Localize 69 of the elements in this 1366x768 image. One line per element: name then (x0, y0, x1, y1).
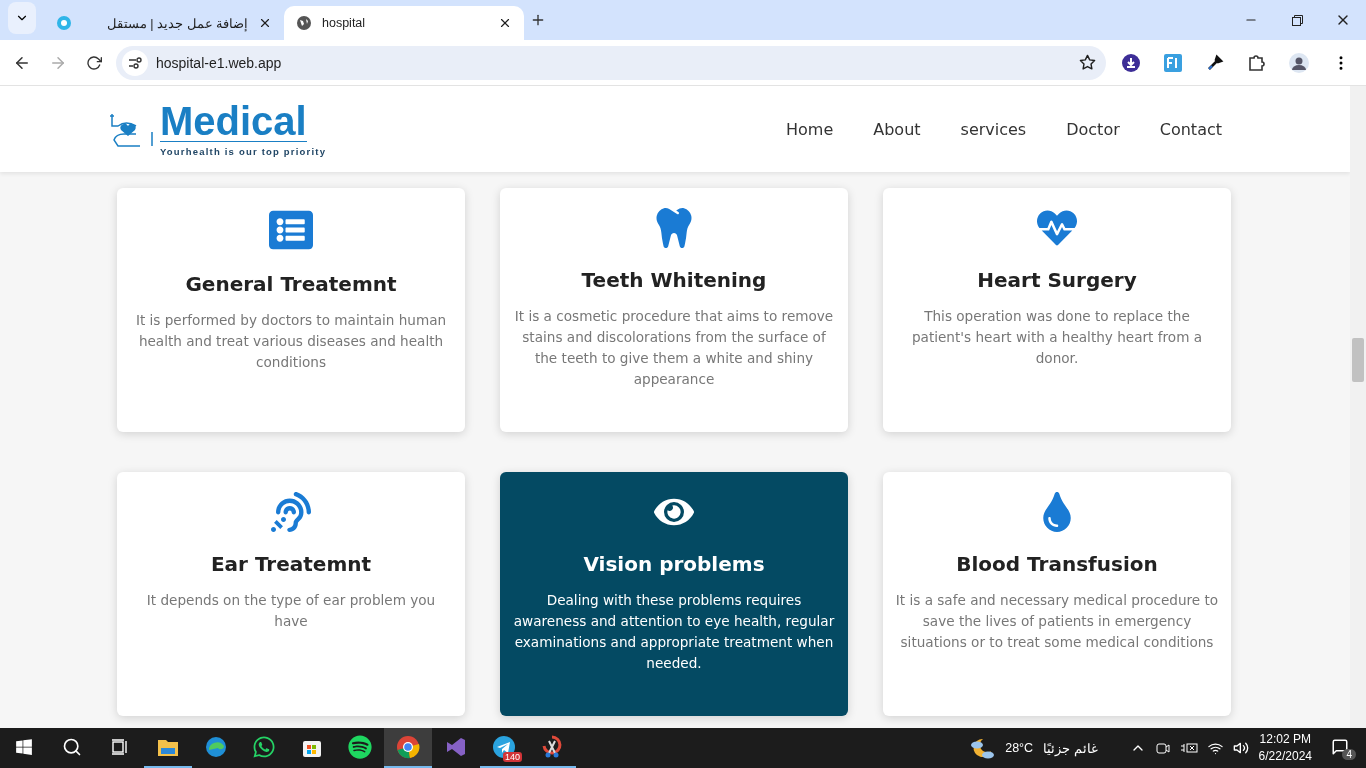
time-text: 12:02 PM (1259, 731, 1311, 748)
site-icon (56, 15, 72, 31)
card-title: General Treatemnt (185, 272, 397, 296)
avatar-icon[interactable] (1289, 52, 1309, 73)
temperature: 28°C (1005, 741, 1034, 755)
infinity-icon (445, 736, 467, 758)
eyedropper-icon[interactable] (1206, 53, 1224, 72)
card-title: Blood Transfusion (956, 552, 1158, 576)
start-icon[interactable] (15, 738, 33, 756)
camera-icon[interactable] (1155, 741, 1170, 755)
nav-link[interactable]: About (873, 119, 921, 139)
globe-icon (296, 15, 312, 31)
card-text: It depends on the type of ear problem you have (145, 591, 437, 631)
card-title: Teeth Whitening (581, 268, 767, 292)
nav-link[interactable]: Doctor (1066, 119, 1120, 139)
new-tab-icon[interactable] (530, 12, 546, 28)
url-text: hospital-e1.web.app (156, 54, 283, 71)
weather-condition: غائم جزئيًا (1043, 740, 1098, 756)
card-text: This operation was done to replace the patient's heart with a healthy heart from a donor. (910, 307, 1204, 368)
close-icon[interactable] (258, 16, 272, 30)
card-text: Dealing with these problems requires awareness and attention to eye health, regular examinations and appropriate treatment when needed. (512, 591, 836, 673)
volume-icon[interactable] (1232, 740, 1249, 756)
moon-cloud-icon (969, 737, 996, 759)
battery-plug-icon[interactable] (1179, 742, 1198, 754)
card-title: Ear Treatemnt (210, 552, 372, 576)
folder-icon (157, 737, 179, 757)
browser-icon (205, 736, 227, 758)
music-icon (348, 735, 372, 759)
browser-icon (396, 735, 420, 759)
browser-tab[interactable]: hospital (284, 6, 524, 40)
bookmark-star-icon[interactable] (1079, 54, 1096, 71)
address-bar[interactable]: hospital-e1.web.app (116, 45, 1106, 80)
extension-icon[interactable] (1164, 53, 1182, 72)
tooth-icon (654, 208, 694, 248)
logo-tagline: Yourhealth is our top priority (160, 146, 327, 157)
unread-badge: 140 (502, 752, 522, 762)
logo-text: Medical (160, 101, 307, 142)
nav-link[interactable]: Contact (1159, 119, 1222, 139)
card-title: Heart Surgery (977, 268, 1137, 292)
taskbar-app[interactable] (384, 728, 432, 768)
restore-icon[interactable] (1291, 14, 1303, 26)
card-text: It is performed by doctors to maintain human health and treat various diseases and health conditions (134, 311, 448, 372)
clock[interactable]: 12:02 PM 6/22/2024 (1258, 731, 1312, 765)
download-icon[interactable] (1122, 53, 1140, 72)
ear-icon (271, 492, 311, 532)
card-title: Vision problems (583, 552, 765, 576)
wifi-icon[interactable] (1207, 740, 1223, 756)
scrollbar-thumb[interactable] (1352, 338, 1364, 382)
reload-icon[interactable] (86, 54, 102, 71)
card-text: It is a safe and necessary medical procedure to save the lives of patients in emergency situations or to treat some medical conditions (894, 591, 1220, 652)
scrollbar[interactable] (1350, 86, 1366, 728)
task-view-icon[interactable] (111, 739, 129, 755)
nav-link[interactable]: Home (786, 119, 834, 139)
nav-link[interactable]: services (960, 119, 1027, 139)
taskbar-app[interactable]: 140 (480, 728, 528, 768)
browser-tab[interactable]: إضافة عمل جديد | مستقل (44, 6, 284, 40)
date-text: 6/22/2024 (1258, 748, 1312, 765)
search-icon[interactable] (62, 737, 82, 757)
notification-count: 4 (1342, 749, 1356, 760)
heartbeat-icon (1037, 208, 1077, 248)
puzzle-icon[interactable] (1248, 53, 1266, 72)
site-settings-icon[interactable] (128, 56, 142, 69)
chat-icon (252, 735, 276, 759)
tab-title: hospital (322, 16, 367, 30)
scissors-icon (541, 735, 563, 759)
card-text: It is a cosmetic procedure that aims to remove stains and discolorations from the surface of the teeth to give them a white and shiny appearance (513, 307, 835, 389)
tab-title: إضافة عمل جديد | مستقل (105, 15, 248, 31)
close-icon[interactable] (498, 16, 512, 30)
list-icon (269, 208, 313, 252)
